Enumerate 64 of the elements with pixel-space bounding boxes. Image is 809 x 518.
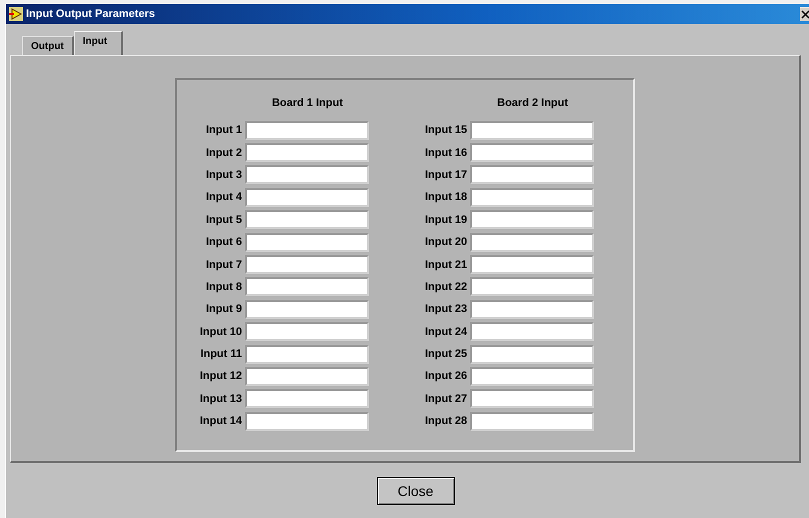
input-field[interactable] [245,322,369,342]
input-field[interactable] [470,188,594,207]
input-label: Input 1 [206,124,242,136]
input-field[interactable] [245,389,369,408]
input-field[interactable] [245,412,369,431]
input-field[interactable] [470,255,594,274]
input-label: Input 25 [425,348,468,360]
window-title: Input Output Parameters [26,8,156,20]
input-field[interactable] [470,277,594,296]
input-label: Input 2 [206,146,242,159]
input-label: Input 22 [425,280,468,293]
input-label: Input 20 [425,236,468,248]
input-label: Input 8 [206,280,242,293]
tab[interactable]: Output [22,36,74,55]
input-label: Input 16 [425,146,468,159]
input-field[interactable] [245,300,369,319]
input-label: Input 26 [425,370,468,382]
input-field[interactable] [245,344,369,364]
input-label: Input 4 [206,191,242,204]
input-field[interactable] [245,120,369,140]
input-field[interactable] [245,143,369,162]
tab[interactable]: Input [74,31,124,55]
input-label: Input 13 [200,392,242,405]
input-field[interactable] [470,300,594,319]
input-label: Input 9 [206,303,242,316]
input-field[interactable] [245,165,369,184]
input-label: Input 24 [425,326,468,338]
input-field[interactable] [470,366,594,386]
input-label: Input 11 [200,348,242,360]
input-label: Input 12 [200,370,242,382]
input-field[interactable] [245,255,369,274]
input-field[interactable] [245,210,369,230]
input-label: Input 10 [200,326,242,338]
board-heading: Board 1 Input [272,97,343,109]
close-icon[interactable] [800,7,809,21]
input-field[interactable] [470,322,594,342]
input-label: Input 23 [425,303,468,316]
input-field[interactable] [470,210,594,230]
input-label: Input 21 [425,258,468,271]
input-field[interactable] [470,344,594,364]
input-label: Input 7 [206,258,242,271]
input-field[interactable] [470,165,594,184]
input-label: Input 14 [200,415,242,428]
input-field[interactable] [245,188,369,207]
input-label: Input 28 [425,415,468,428]
board-heading: Board 2 Input [497,97,568,109]
input-field[interactable] [470,120,594,140]
input-field[interactable] [470,143,594,162]
input-label: Input 18 [425,191,468,204]
app-icon [9,7,23,21]
input-field[interactable] [245,277,369,296]
close-button[interactable]: Close [376,476,454,504]
input-label: Input 5 [206,214,242,226]
input-label: Input 15 [425,124,468,136]
input-field[interactable] [470,389,594,408]
input-label: Input 17 [425,168,468,181]
input-label: Input 19 [425,214,468,226]
input-field[interactable] [245,366,369,386]
input-field[interactable] [470,412,594,431]
input-label: Input 27 [425,392,468,405]
input-label: Input 6 [206,236,242,248]
input-field[interactable] [470,232,594,252]
input-field[interactable] [245,232,369,252]
input-label: Input 3 [206,168,242,181]
